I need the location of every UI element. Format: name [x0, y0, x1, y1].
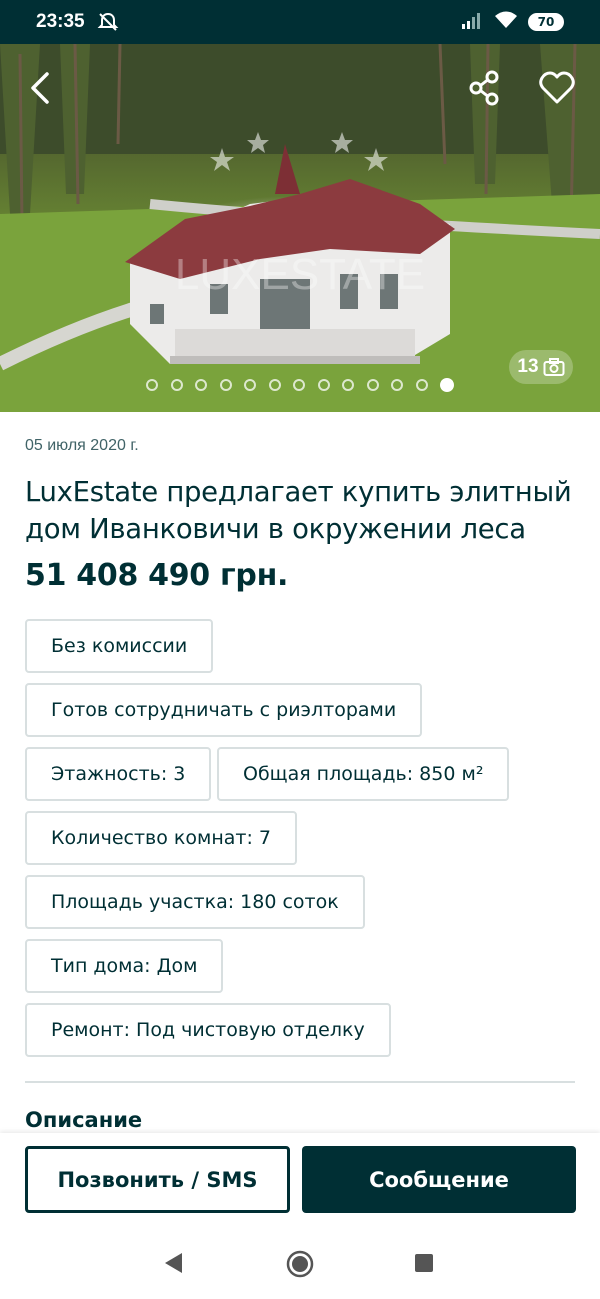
heart-icon	[539, 71, 575, 104]
status-icons: 70	[460, 11, 564, 33]
house-photo-illustration: LUXESTATE	[0, 44, 600, 412]
system-nav-bar	[0, 1228, 600, 1299]
photo-count-badge: 13	[509, 350, 573, 384]
wifi-icon	[494, 11, 518, 33]
pagination-dot[interactable]	[195, 379, 207, 391]
pagination-dot[interactable]	[268, 379, 281, 391]
signal-icon	[460, 11, 484, 33]
back-arrow-icon	[31, 72, 49, 104]
tag-plot-area: Площадь участка: 180 соток	[25, 875, 365, 929]
call-sms-button[interactable]: Позвонить / SMS	[25, 1146, 290, 1213]
pagination-dot[interactable]	[219, 379, 232, 391]
message-button[interactable]: Сообщение	[302, 1146, 576, 1213]
listing-date: 05 июля 2020 г.	[25, 437, 139, 454]
status-time: 23:35	[36, 11, 85, 32]
pagination-dot[interactable]	[440, 378, 454, 392]
pagination-dot[interactable]	[317, 379, 330, 391]
favorite-button[interactable]	[535, 66, 579, 110]
tag-no-commission: Без комиссии	[25, 619, 214, 673]
tag-house-type: Тип дома: Дом	[25, 939, 224, 993]
status-bar: 23:35 70	[0, 0, 600, 44]
listing-photo[interactable]: LUXESTATE 13	[0, 44, 600, 412]
photo-count: 13	[517, 356, 539, 377]
battery-icon: 70	[528, 13, 564, 31]
tag-total-area: Общая площадь: 850 м²	[217, 747, 510, 801]
share-icon	[469, 70, 499, 106]
description-title: Описание	[25, 1108, 143, 1132]
photo-pagination	[146, 378, 454, 392]
mute-icon	[97, 11, 119, 33]
pagination-dot[interactable]	[244, 379, 256, 391]
pagination-dot[interactable]	[391, 379, 403, 391]
pagination-dot[interactable]	[170, 379, 183, 391]
tag-rooms: Количество комнат: 7	[25, 811, 297, 865]
divider	[25, 1081, 575, 1083]
tag-renovation: Ремонт: Под чистовую отделку	[25, 1003, 391, 1057]
pagination-dot[interactable]	[342, 379, 354, 391]
pagination-dot[interactable]	[293, 379, 305, 391]
camera-icon	[543, 358, 565, 376]
pagination-dot[interactable]	[415, 379, 428, 391]
listing-title: LuxEstate предлагает купить элитный дом …	[25, 476, 572, 545]
svg-text:LUXESTATE: LUXESTATE	[175, 250, 425, 299]
nav-back-icon[interactable]	[164, 1252, 184, 1278]
back-button[interactable]	[20, 66, 64, 110]
action-bar: Позвонить / SMS Сообщение	[0, 1133, 600, 1228]
tag-realtors: Готов сотрудничать с риэлторами	[25, 683, 423, 737]
tag-floors: Этажность: 3	[25, 747, 212, 801]
pagination-dot[interactable]	[366, 379, 379, 391]
share-button[interactable]	[462, 66, 506, 110]
nav-recent-icon[interactable]	[415, 1254, 433, 1272]
listing-price: 51 408 490 грн.	[25, 558, 289, 593]
pagination-dot[interactable]	[146, 379, 158, 391]
nav-home-icon[interactable]	[286, 1250, 314, 1282]
